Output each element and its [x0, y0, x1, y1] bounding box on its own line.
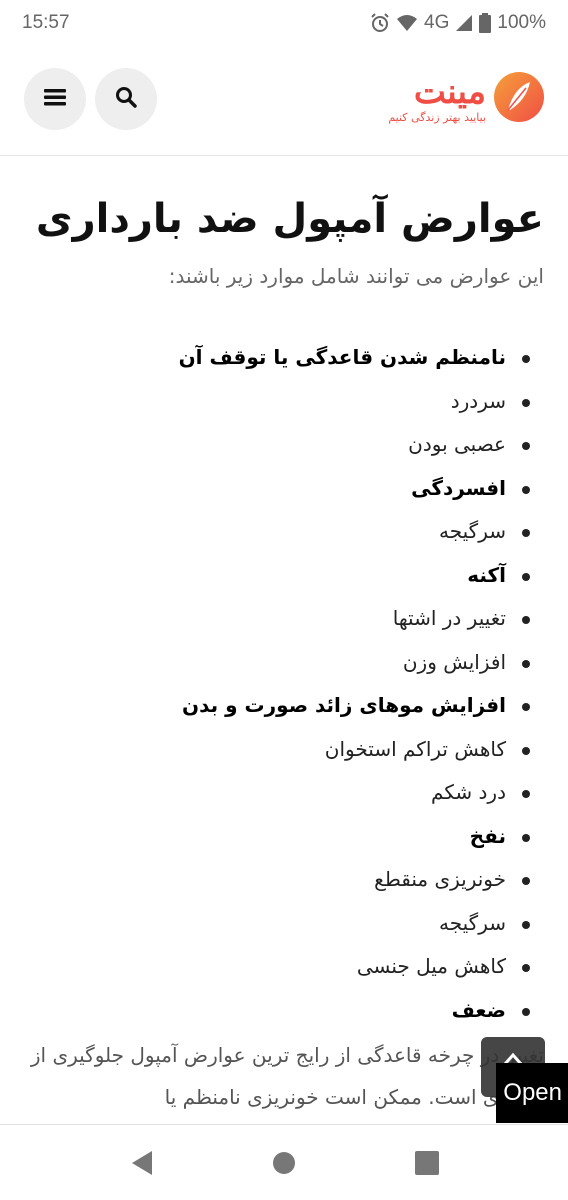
menu-button[interactable] [24, 68, 86, 130]
site-logo[interactable]: مینت بیایید بهتر زندگی کنیم [306, 64, 546, 134]
article: عوارض آمپول ضد بارداری این عوارض می توان… [0, 156, 568, 1124]
list-item: تغییر در اشتها [179, 597, 531, 641]
alarm-icon [370, 13, 390, 33]
logo-text: مینت بیایید بهتر زندگی کنیم [388, 75, 486, 124]
system-nav-bar [0, 1124, 568, 1200]
back-nav-icon[interactable] [128, 1149, 156, 1177]
status-time: 15:57 [22, 12, 70, 33]
signal-icon [455, 14, 473, 32]
logo-title: مینت [413, 71, 486, 112]
list-item: افزایش وزن [179, 641, 531, 685]
feather-logo-icon [492, 70, 546, 128]
article-intro: این عوارض می توانند شامل موارد زیر باشند… [168, 264, 544, 288]
list-item: خونریزی منقطع [179, 858, 531, 902]
battery-icon [479, 13, 492, 33]
list-item: نامنظم شدن قاعدگی یا توقف آن [179, 336, 531, 380]
list-item: کاهش تراکم استخوان [179, 728, 531, 772]
recent-apps-nav-icon[interactable] [413, 1149, 441, 1177]
open-badge[interactable]: Open [496, 1063, 568, 1123]
list-item: آکنه [179, 554, 531, 598]
home-nav-icon[interactable] [270, 1149, 298, 1177]
search-button[interactable] [95, 68, 157, 130]
search-icon [115, 86, 137, 112]
list-item: افسردگی [179, 467, 531, 511]
list-item: درد شکم [179, 771, 531, 815]
network-type: 4G [424, 12, 450, 33]
list-item: ضعف [179, 989, 531, 1033]
list-item: کاهش میل جنسی [179, 945, 531, 989]
logo-tagline: بیایید بهتر زندگی کنیم [388, 110, 486, 124]
status-bar: 15:57 4G 100% [0, 0, 568, 46]
article-paragraph: تغییر در چرخه قاعدگی از رایج ترین عوارض … [30, 1043, 544, 1109]
article-title: عوارض آمپول ضد بارداری [35, 196, 544, 242]
battery-level: 100% [497, 12, 546, 33]
list-item: عصبی بودن [179, 423, 531, 467]
list-item: سرگیجه [179, 902, 531, 946]
list-item: سردرد [179, 380, 531, 424]
list-item: سرگیجه [179, 510, 531, 554]
list-item: نفخ [179, 815, 531, 859]
hamburger-icon [44, 88, 66, 110]
list-item: افزایش موهای زائد صورت و بدن [179, 684, 531, 728]
status-icons: 4G 100% [370, 12, 546, 34]
side-effects-list: نامنظم شدن قاعدگی یا توقف آن سردرد عصبی … [179, 336, 531, 1033]
wifi-icon [396, 14, 418, 32]
site-header: مینت بیایید بهتر زندگی کنیم [0, 46, 568, 156]
